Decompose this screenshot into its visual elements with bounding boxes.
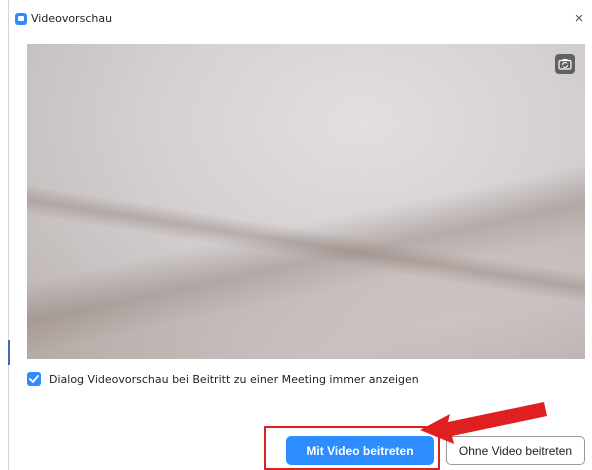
always-show-preview-label: Dialog Videovorschau bei Beitritt zu ein…: [49, 372, 419, 386]
annotation-arrow-icon: [420, 402, 547, 444]
video-preview: [27, 44, 585, 359]
checkmark-icon: [29, 375, 39, 383]
join-with-video-button[interactable]: Mit Video beitreten: [286, 436, 434, 465]
window-left-border: [8, 0, 9, 470]
title-bar: Videovorschau ×: [9, 10, 592, 32]
camera-switch-icon: [558, 59, 572, 70]
always-show-preview-option[interactable]: Dialog Videovorschau bei Beitritt zu ein…: [27, 371, 419, 387]
always-show-preview-checkbox[interactable]: [27, 372, 41, 386]
camera-switch-button[interactable]: [555, 54, 575, 74]
join-without-video-button[interactable]: Ohne Video beitreten: [446, 436, 585, 465]
close-button[interactable]: ×: [570, 10, 588, 28]
window-title: Videovorschau: [31, 12, 113, 25]
video-preview-dialog: Videovorschau × Dialog Videovorschau bei…: [0, 0, 592, 470]
window-left-accent: [8, 340, 10, 365]
zoom-video-icon: [15, 13, 27, 25]
